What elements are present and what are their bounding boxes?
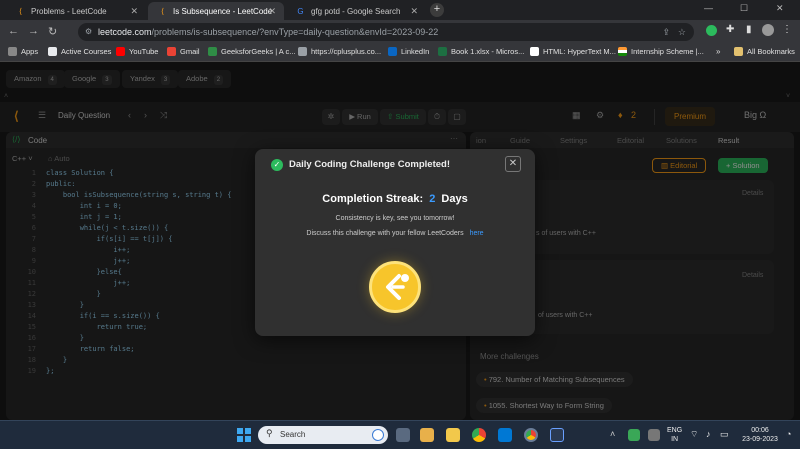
bookmark-all[interactable]: All Bookmarks <box>734 47 795 56</box>
maximize-icon[interactable]: ☐ <box>740 3 748 14</box>
tray-app-icon[interactable] <box>628 429 640 441</box>
url-host: leetcode.com <box>98 27 152 37</box>
taskbar-search-input[interactable]: ⚲ Search <box>258 426 388 444</box>
windows-start-icon[interactable] <box>237 428 251 442</box>
dev-app-icon[interactable] <box>550 428 564 442</box>
streak-unit: Days <box>441 193 468 205</box>
folder-icon <box>734 47 743 56</box>
browser-tab-bar: ⟨ Problems - LeetCode ✕ ⟨ Is Subsequence… <box>0 0 800 20</box>
back-icon[interactable]: ← <box>8 25 19 37</box>
notifications-icon[interactable]: ◔ <box>786 429 791 439</box>
daily-challenge-modal: ✓ Daily Coding Challenge Completed! ✕ Co… <box>255 149 535 336</box>
sidebar-icon[interactable]: ▮ <box>746 24 752 35</box>
bookmark-gmail[interactable]: Gmail <box>167 47 200 56</box>
extension-icon[interactable] <box>706 25 717 36</box>
bookmark-mdn-html[interactable]: HTML: HyperText M... <box>530 47 616 56</box>
wifi-icon[interactable]: ⌔ <box>690 429 698 440</box>
consistency-text: Consistency is key, see you tomorrow! <box>335 215 455 222</box>
check-circle-icon: ✓ <box>271 159 283 171</box>
file-explorer-icon[interactable] <box>420 428 434 442</box>
close-icon[interactable]: ✕ <box>410 6 418 17</box>
modal-title: Daily Coding Challenge Completed! <box>289 159 450 170</box>
mdn-icon <box>530 47 539 56</box>
url-input[interactable]: ⚙ leetcode.com/problems/is-subsequence/?… <box>78 23 694 41</box>
tab-title: Is Subsequence - LeetCode <box>173 6 273 16</box>
more-bookmarks-icon[interactable]: » <box>716 47 720 56</box>
kebab-menu-icon[interactable]: ⋮ <box>782 24 792 35</box>
clock[interactable]: 00:06 23-09-2023 <box>740 426 780 444</box>
folder-icon[interactable] <box>446 428 460 442</box>
close-icon[interactable]: ✕ <box>130 6 138 17</box>
share-icon[interactable]: ⇪ <box>662 23 670 41</box>
gmail-icon <box>167 47 176 56</box>
hidden-icons-chevron-icon[interactable]: ˄ <box>610 429 615 439</box>
search-icon: ⚲ <box>266 428 273 438</box>
youtube-icon <box>116 47 125 56</box>
bookmarks-bar: Apps Active Courses YouTube Gmail Geeksf… <box>0 44 800 62</box>
window-close-icon[interactable]: ✕ <box>776 3 784 14</box>
site-info-icon[interactable]: ⚙ <box>85 23 92 41</box>
course-icon <box>48 47 57 56</box>
close-icon: ✕ <box>508 158 518 169</box>
browser-tab-is-subsequence[interactable]: ⟨ Is Subsequence - LeetCode ✕ <box>148 2 284 20</box>
task-view-icon[interactable] <box>396 428 410 442</box>
leetcode-coin-badge <box>369 261 421 313</box>
vscode-icon[interactable] <box>498 428 512 442</box>
url-path: /problems/is-subsequence/?envType=daily-… <box>151 27 439 37</box>
bing-icon <box>372 429 384 441</box>
excel-icon <box>438 47 447 56</box>
bookmark-internship[interactable]: Internship Scheme |... <box>618 47 704 56</box>
discuss-here-link[interactable]: here <box>470 230 484 237</box>
apps-grid-icon <box>8 47 17 56</box>
puzzle-icon[interactable]: ✚ <box>726 24 734 35</box>
google-icon: G <box>297 6 304 16</box>
tab-title: Problems - LeetCode <box>31 6 107 16</box>
chrome-active-icon[interactable] <box>524 428 538 442</box>
windows-taskbar: ⚲ Search ˄ ENG IN ⌔ ♪ ▭ 00:06 23-09-2023 ◔ <box>0 420 800 449</box>
new-tab-button[interactable]: + <box>430 3 444 17</box>
streak-line: Completion Streak: 2 Days <box>255 193 535 205</box>
bookmark-cplusplus[interactable]: https://cplusplus.co... <box>298 47 381 56</box>
reload-icon[interactable]: ↻ <box>48 25 57 38</box>
leetcode-icon: ⟨ <box>160 6 165 16</box>
chrome-icon[interactable] <box>472 428 486 442</box>
browser-tab-problems[interactable]: ⟨ Problems - LeetCode ✕ <box>6 2 146 20</box>
streak-label: Completion Streak: <box>322 193 424 205</box>
leetcode-icon: ⟨ <box>18 6 23 16</box>
cplusplus-icon <box>298 47 307 56</box>
language-indicator[interactable]: ENG IN <box>667 426 682 444</box>
streak-value: 2 <box>429 193 436 205</box>
bookmark-star-icon[interactable]: ☆ <box>678 23 686 41</box>
bookmark-linkedin[interactable]: LinkedIn <box>388 47 429 56</box>
bookmark-apps[interactable]: Apps <box>8 47 38 56</box>
volume-icon[interactable]: ♪ <box>706 429 711 439</box>
bookmark-active-courses[interactable]: Active Courses <box>48 47 111 56</box>
discuss-line: Discuss this challenge with your fellow … <box>255 230 535 237</box>
battery-icon[interactable]: ▭ <box>720 429 729 440</box>
gfg-icon <box>208 47 217 56</box>
browser-tab-google[interactable]: G gfg potd - Google Search ✕ <box>286 2 426 20</box>
close-icon[interactable]: ✕ <box>268 6 276 17</box>
bookmark-youtube[interactable]: YouTube <box>116 47 158 56</box>
linkedin-icon <box>388 47 397 56</box>
search-placeholder: Search <box>280 430 306 439</box>
tab-title: gfg potd - Google Search <box>311 6 401 16</box>
profile-avatar[interactable] <box>762 24 774 36</box>
tray-chat-icon[interactable] <box>648 429 660 441</box>
minimize-icon[interactable]: — <box>704 3 713 13</box>
bookmark-excel[interactable]: Book 1.xlsx - Micros... <box>438 47 524 56</box>
india-flag-icon <box>618 47 627 56</box>
address-bar: ← → ↻ ⚙ leetcode.com/problems/is-subsequ… <box>0 20 800 44</box>
modal-close-button[interactable]: ✕ <box>505 156 521 172</box>
discuss-text: Discuss this challenge with your fellow … <box>306 230 464 237</box>
bookmark-geeksforgeeks[interactable]: GeeksforGeeks | A c... <box>208 47 295 56</box>
forward-icon[interactable]: → <box>28 25 39 37</box>
leetcode-logo-icon <box>386 274 409 300</box>
